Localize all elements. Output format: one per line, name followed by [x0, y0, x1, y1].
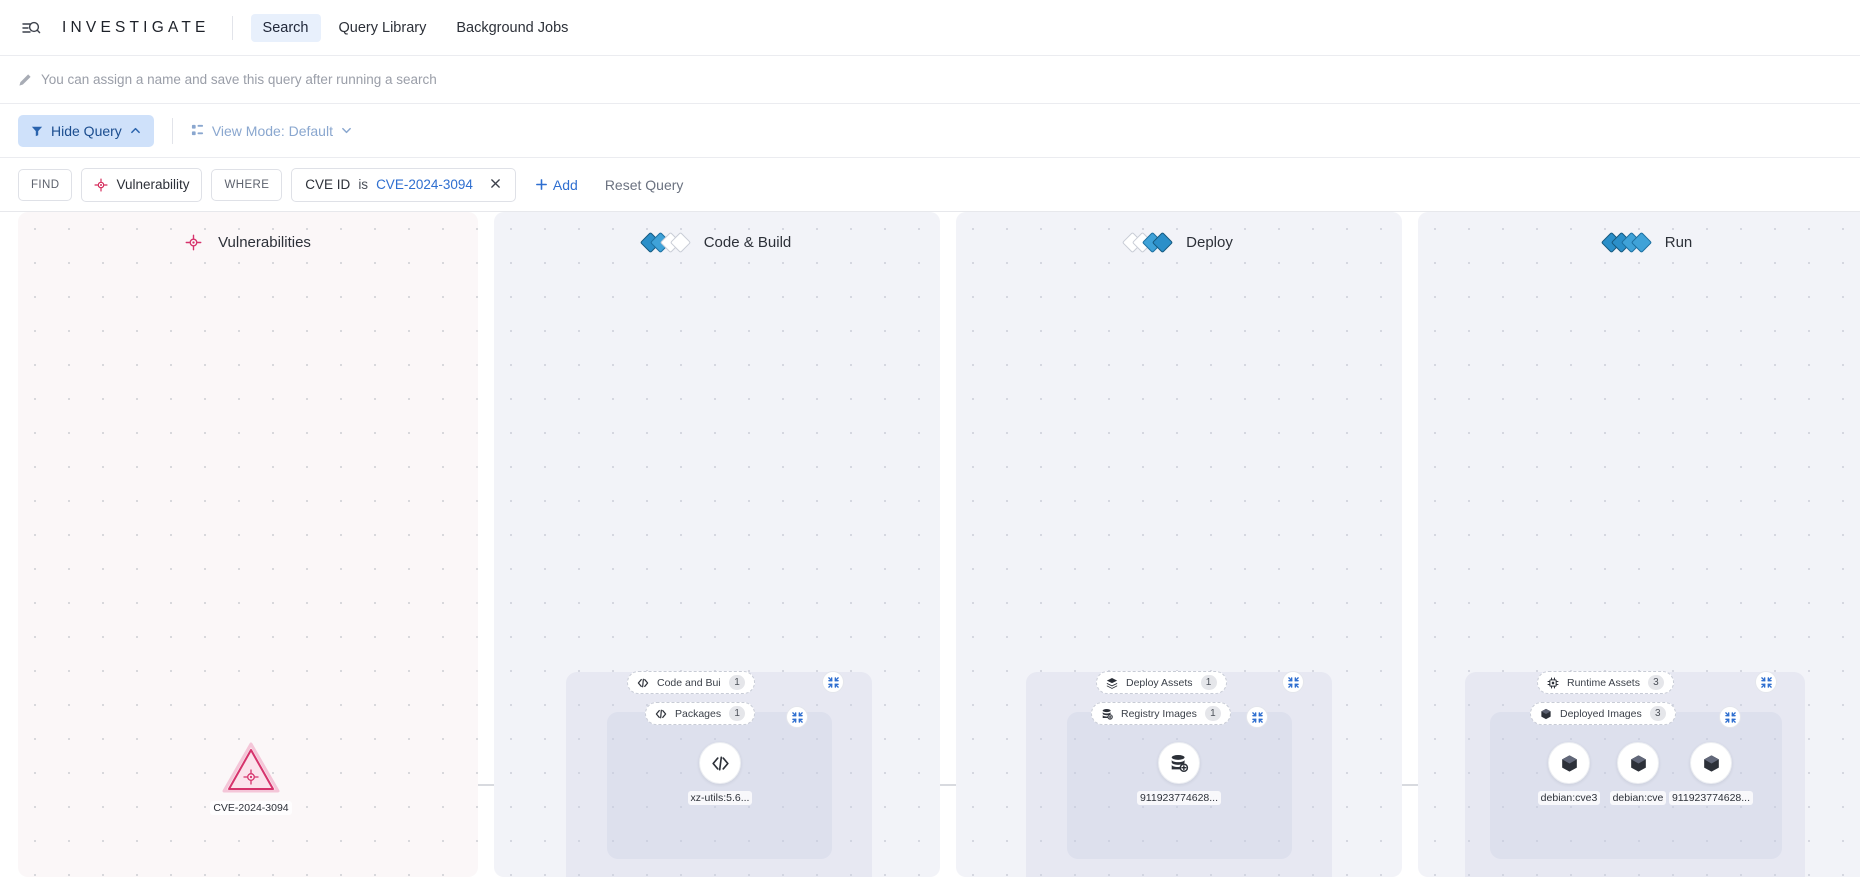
- pencil-edit-icon[interactable]: [18, 73, 32, 87]
- collapse-arrows-icon-registry-images[interactable]: [1246, 706, 1268, 728]
- node-deployed-image-3[interactable]: 911923774628...: [1656, 742, 1766, 806]
- code-brackets-icon: [699, 742, 741, 784]
- group-pill-runtime-assets[interactable]: Runtime Assets 3: [1537, 671, 1674, 694]
- chevron-up-icon: [130, 125, 141, 136]
- group-pill-count: 3: [1649, 706, 1666, 721]
- add-condition-button[interactable]: Add: [535, 177, 578, 193]
- cpu-chip-icon: [1547, 677, 1559, 689]
- node-registry-image[interactable]: 911923774628...: [1119, 742, 1239, 806]
- toolbar-divider: [171, 117, 173, 144]
- query-entity-label: Vulnerability: [116, 177, 190, 192]
- node-label: CVE-2024-3094: [210, 801, 292, 815]
- stage-diamonds-icon: [639, 231, 691, 254]
- vulnerability-triangle-icon: [222, 742, 280, 794]
- stage-diamonds-icon: [1600, 231, 1652, 254]
- code-brackets-icon: [655, 708, 667, 720]
- collapse-arrows-icon-packages[interactable]: [786, 706, 808, 728]
- query-condition[interactable]: CVE ID is CVE-2024-3094: [291, 167, 516, 202]
- nav-divider: [231, 15, 233, 40]
- column-title: Deploy: [1186, 234, 1233, 251]
- reset-query-button[interactable]: Reset Query: [605, 177, 684, 193]
- group-pill-label: Runtime Assets: [1567, 676, 1640, 689]
- registry-icon: [1158, 742, 1200, 784]
- save-query-hint-bar: You can assign a name and save this quer…: [0, 56, 1860, 104]
- hide-query-label: Hide Query: [51, 122, 122, 139]
- group-pill-label: Packages: [675, 707, 722, 720]
- investigation-graph-canvas[interactable]: Vulnerabilities CVE-2024-3094 Code & Bui…: [0, 212, 1860, 877]
- column-title: Vulnerabilities: [218, 234, 311, 251]
- stage-diamonds-icon: [1122, 231, 1174, 254]
- node-vulnerability-cve[interactable]: CVE-2024-3094: [196, 742, 306, 816]
- hide-query-button[interactable]: Hide Query: [18, 114, 154, 147]
- collapse-arrows-icon-code-and-build-assets[interactable]: [822, 671, 844, 693]
- query-condition-operator: is: [358, 177, 369, 192]
- collapse-arrows-icon-deployed-images[interactable]: [1719, 706, 1741, 728]
- tab-query-library[interactable]: Query Library: [327, 14, 439, 42]
- chevron-down-icon: [341, 125, 352, 136]
- collapse-arrows-icon-deploy-assets[interactable]: [1282, 671, 1304, 693]
- group-pill-deployed-images[interactable]: Deployed Images 3: [1530, 702, 1676, 725]
- node-label: xz-utils:5.6...: [687, 791, 753, 805]
- search-list-icon[interactable]: [18, 15, 44, 41]
- code-brackets-icon: [637, 677, 649, 689]
- cube-package-icon: [1617, 742, 1659, 784]
- column-header-code-and-build: Code & Build: [494, 231, 940, 254]
- query-entity-chip[interactable]: Vulnerability: [81, 167, 203, 202]
- view-mode-selector[interactable]: View Mode: Default: [191, 123, 352, 139]
- close-icon[interactable]: [486, 177, 505, 192]
- plus-icon: [535, 178, 548, 191]
- column-header-run: Run: [1418, 231, 1860, 254]
- crosshair-icon: [94, 177, 108, 192]
- column-title: Run: [1664, 234, 1693, 251]
- node-label: 911923774628...: [1136, 791, 1222, 805]
- filter-funnel-icon: [31, 125, 43, 137]
- group-pill-label: Registry Images: [1121, 707, 1197, 720]
- graph-column-code-and-build[interactable]: Code & Build Code and Build Asse 1 Packa…: [494, 212, 940, 877]
- query-where-keyword[interactable]: WHERE: [211, 168, 283, 201]
- group-pill-packages[interactable]: Packages 1: [645, 702, 756, 725]
- tab-background-jobs[interactable]: Background Jobs: [444, 14, 580, 42]
- cube-package-icon: [1540, 708, 1552, 720]
- graph-column-deploy[interactable]: Deploy Deploy Assets 1 Registry Images 1…: [956, 212, 1402, 877]
- query-toolbar: Hide Query View Mode: Default: [0, 104, 1860, 158]
- node-package-xz-utils[interactable]: xz-utils:5.6...: [670, 742, 770, 806]
- view-mode-label: View Mode: Default: [211, 122, 333, 139]
- cube-package-icon: [1690, 742, 1732, 784]
- group-pill-count: 1: [729, 675, 745, 690]
- group-pill-count: 1: [1200, 675, 1217, 690]
- tab-search[interactable]: Search: [250, 13, 321, 42]
- group-pill-registry-images[interactable]: Registry Images 1: [1091, 702, 1231, 725]
- column-header-vulnerabilities: Vulnerabilities: [18, 234, 478, 251]
- add-condition-label: Add: [552, 176, 578, 193]
- group-pill-count: 1: [1204, 706, 1221, 721]
- column-header-deploy: Deploy: [956, 231, 1402, 254]
- group-pill-count: 1: [729, 706, 746, 721]
- nav-tab-list: Search Query Library Background Jobs: [250, 13, 581, 42]
- group-pill-label: Deploy Assets: [1126, 676, 1193, 689]
- top-navigation-bar: INVESTIGATE Search Query Library Backgro…: [0, 0, 1860, 56]
- node-label: 911923774628...: [1668, 791, 1754, 805]
- crosshair-icon: [185, 234, 202, 251]
- group-pill-count: 3: [1647, 675, 1664, 690]
- graph-column-vulnerabilities[interactable]: Vulnerabilities CVE-2024-3094: [18, 212, 478, 877]
- layers-stack-icon: [1106, 677, 1118, 689]
- query-condition-value: CVE-2024-3094: [376, 177, 473, 192]
- column-title: Code & Build: [703, 234, 792, 251]
- group-pill-code-and-build-assets[interactable]: Code and Build Asse 1: [627, 671, 755, 694]
- save-query-hint-text: You can assign a name and save this quer…: [41, 72, 437, 87]
- collapse-arrows-icon-runtime-assets[interactable]: [1755, 671, 1777, 693]
- cube-package-icon: [1548, 742, 1590, 784]
- query-builder-row: FIND Vulnerability WHERE CVE ID is CVE-2…: [0, 158, 1860, 212]
- group-pill-label: Code and Build Asse: [657, 676, 721, 689]
- group-pill-deploy-assets[interactable]: Deploy Assets 1: [1096, 671, 1227, 694]
- query-find-keyword[interactable]: FIND: [18, 168, 73, 201]
- query-condition-field: CVE ID: [305, 177, 351, 192]
- graph-column-run[interactable]: Run Runtime Assets 3 Deployed Images 3 d…: [1418, 212, 1860, 877]
- app-brand-title: INVESTIGATE: [62, 18, 210, 36]
- node-label: debian:cve3: [1537, 791, 1601, 805]
- layout-grid-icon: [191, 124, 204, 137]
- registry-icon: [1101, 708, 1113, 720]
- group-pill-label: Deployed Images: [1560, 707, 1642, 720]
